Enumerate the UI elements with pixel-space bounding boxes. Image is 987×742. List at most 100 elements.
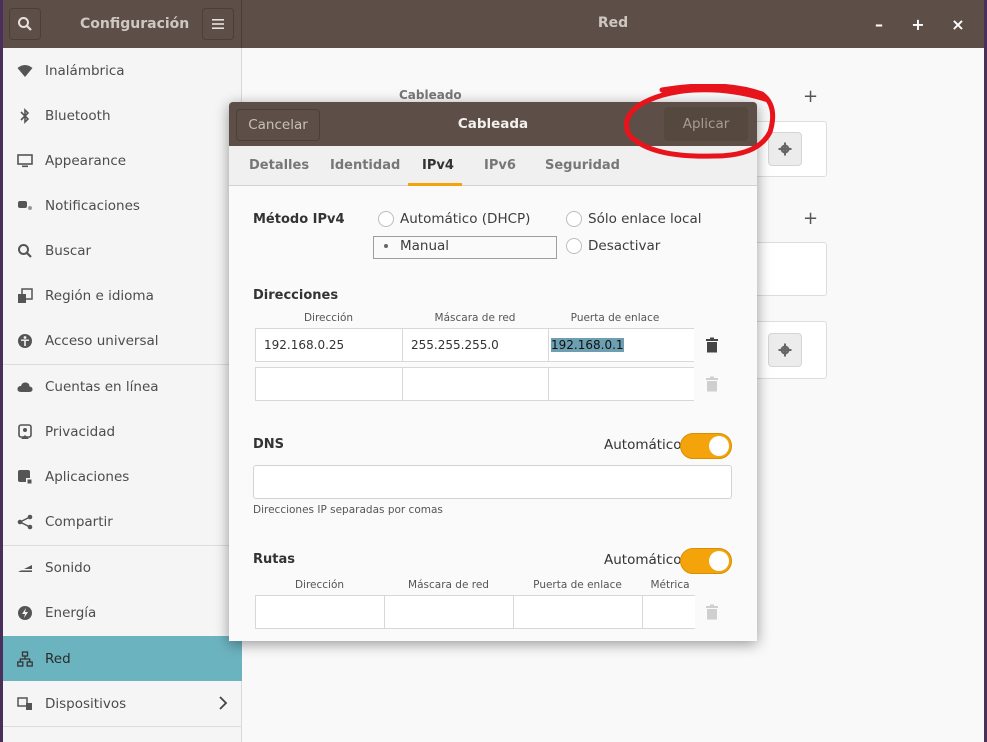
ipv4-method-label: Método IPv4	[253, 212, 345, 227]
radio-automatic-dhcp[interactable]: Automático (DHCP)	[378, 211, 530, 227]
sidebar-item-label: Privacidad	[45, 423, 116, 440]
sidebar-item-wireless[interactable]: Inalámbrica	[3, 48, 242, 93]
radio-button-selected[interactable]	[378, 238, 394, 254]
wired-settings-button[interactable]	[768, 132, 802, 166]
column-header: Puerta de enlace	[570, 312, 660, 324]
privacy-icon	[17, 423, 33, 440]
sidebar-item-notifications[interactable]: Notificaciones	[3, 183, 242, 228]
sidebar-item-region[interactable]: Región e idioma	[3, 273, 242, 318]
sidebar-item-label: Energía	[45, 604, 97, 621]
tab-identity[interactable]: Identidad	[330, 146, 400, 186]
menu-button[interactable]	[202, 8, 234, 40]
gateway-input[interactable]	[549, 368, 695, 400]
sidebar-item-label: Acceso universal	[45, 332, 159, 349]
radio-link-local[interactable]: Sólo enlace local	[566, 211, 702, 227]
radio-label: Desactivar	[588, 238, 661, 254]
column-header: Máscara de red	[434, 312, 516, 324]
trash-icon	[706, 604, 718, 620]
radio-button[interactable]	[566, 238, 582, 254]
radio-button[interactable]	[378, 211, 394, 227]
routes-auto-toggle[interactable]	[680, 548, 732, 574]
radio-manual[interactable]: Manual	[378, 238, 449, 254]
radio-disable[interactable]: Desactivar	[566, 238, 660, 254]
search-button[interactable]	[9, 8, 41, 40]
gateway-input[interactable]: 192.168.0.1	[549, 329, 695, 361]
sound-icon	[17, 560, 33, 576]
sidebar-item-devices[interactable]: Dispositivos	[3, 681, 242, 726]
sidebar-item-label: Inalámbrica	[45, 62, 125, 79]
power-icon	[17, 605, 33, 621]
sidebar-item-label: Cuentas en línea	[45, 378, 159, 395]
delete-address-button[interactable]	[704, 375, 720, 393]
network-icon	[17, 650, 33, 667]
dialog-tabs: Detalles Identidad IPv4 IPv6 Seguridad	[229, 146, 757, 186]
sidebar-item-sound[interactable]: Sonido	[3, 545, 242, 590]
netmask-input[interactable]	[403, 368, 549, 400]
sidebar-item-power[interactable]: Energía	[3, 590, 242, 635]
sidebar-item-bluetooth[interactable]: Bluetooth	[3, 93, 242, 138]
minimize-button[interactable]: –	[867, 12, 891, 36]
accessibility-icon	[17, 333, 33, 349]
column-header: Dirección	[303, 312, 354, 324]
delete-address-button[interactable]	[704, 336, 720, 354]
column-header: Métrica	[650, 579, 690, 591]
sidebar-item-label: Sonido	[45, 559, 91, 576]
sidebar-item-accessibility[interactable]: Acceso universal	[3, 318, 242, 363]
add-vpn-icon[interactable]: +	[803, 208, 818, 229]
route-address-input[interactable]	[256, 596, 385, 628]
sidebar-item-privacy[interactable]: Privacidad	[3, 409, 242, 454]
tab-ipv4[interactable]: IPv4	[422, 146, 454, 186]
sidebar-item-appearance[interactable]: Appearance	[3, 138, 242, 183]
route-netmask-input[interactable]	[385, 596, 514, 628]
sidebar-item-label: Notificaciones	[45, 197, 140, 214]
routes-auto-label: Automático	[604, 552, 682, 568]
close-button[interactable]: ×	[946, 12, 970, 36]
proxy-settings-button[interactable]	[768, 333, 802, 367]
dns-auto-toggle[interactable]	[680, 433, 732, 459]
sidebar-item-label: Aplicaciones	[45, 468, 130, 485]
cloud-icon	[17, 379, 33, 395]
wired-connection-dialog: Cableada Cancelar Aplicar Detalles Ident…	[229, 102, 757, 641]
address-row-empty	[255, 367, 694, 401]
radio-label: Automático (DHCP)	[400, 211, 531, 227]
gear-icon	[778, 142, 792, 156]
sidebar-item-label: Buscar	[45, 242, 92, 259]
netmask-input[interactable]: 255.255.255.0	[403, 329, 549, 361]
tab-ipv6[interactable]: IPv6	[484, 146, 516, 186]
apply-button[interactable]: Aplicar	[664, 107, 748, 141]
sidebar-item-label: Compartir	[45, 513, 113, 530]
route-metric-input[interactable]	[643, 596, 696, 628]
tab-security[interactable]: Seguridad	[545, 146, 620, 186]
sidebar-item-label: Appearance	[45, 152, 127, 169]
tab-details[interactable]: Detalles	[249, 146, 309, 186]
cancel-button[interactable]: Cancelar	[236, 109, 320, 141]
sidebar-item-applications[interactable]: Aplicaciones	[3, 454, 242, 499]
trash-icon	[706, 376, 718, 392]
route-gateway-input[interactable]	[514, 596, 643, 628]
bluetooth-icon	[17, 107, 33, 124]
sidebar-item-sharing[interactable]: Compartir	[3, 499, 242, 544]
dns-input[interactable]	[253, 465, 732, 499]
sidebar-separator	[3, 726, 242, 727]
radio-label: Sólo enlace local	[588, 211, 702, 227]
address-input[interactable]: 192.168.0.25	[256, 329, 403, 361]
sidebar: Inalámbrica Bluetooth Appearance Notific…	[3, 48, 242, 742]
devices-icon	[17, 696, 33, 712]
sidebar-item-label: Dispositivos	[45, 695, 127, 712]
dialog-header: Cableada Cancelar Aplicar	[229, 102, 757, 146]
apps-icon	[17, 469, 33, 485]
maximize-button[interactable]: +	[906, 12, 930, 36]
add-wired-icon[interactable]: +	[803, 86, 818, 107]
chevron-right-icon	[218, 695, 228, 715]
language-icon	[17, 287, 33, 304]
delete-route-button[interactable]	[704, 603, 720, 621]
hamburger-icon	[212, 19, 224, 29]
sidebar-item-online-accounts[interactable]: Cuentas en línea	[3, 364, 242, 409]
app-title: Configuración	[80, 16, 190, 32]
route-row	[255, 595, 695, 629]
address-input[interactable]	[256, 368, 403, 400]
wifi-icon	[17, 63, 33, 79]
sidebar-item-search[interactable]: Buscar	[3, 228, 242, 273]
radio-button[interactable]	[566, 211, 582, 227]
sidebar-item-network[interactable]: Red	[3, 636, 242, 681]
